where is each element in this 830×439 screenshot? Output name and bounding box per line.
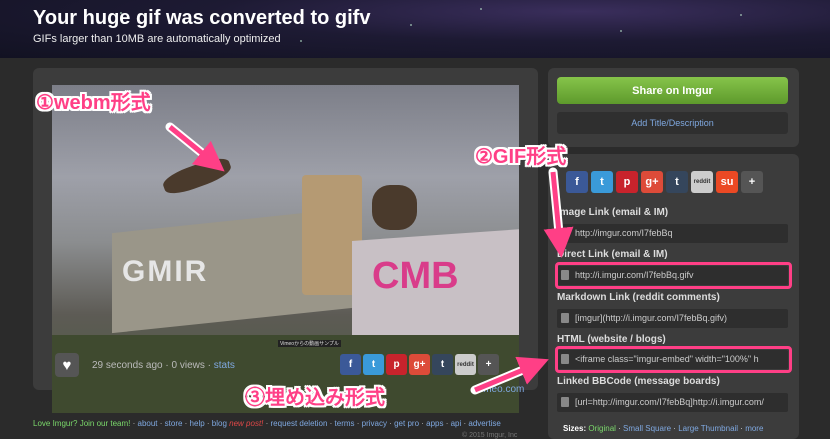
copyright: © 2015 Imgur, Inc xyxy=(462,432,518,439)
footer-link[interactable]: help xyxy=(190,419,205,428)
annotation-gif: ②GIF形式 xyxy=(475,146,567,168)
image-link-label: Image Link (email & IM) xyxy=(557,207,669,218)
image-link-field[interactable]: http://imgur.com/I7febBq xyxy=(557,224,788,243)
media-stats: 29 seconds ago · 0 views · stats xyxy=(92,360,235,371)
bbcode-link-label: Linked BBCode (message boards) xyxy=(557,376,720,387)
twitter-icon[interactable]: t xyxy=(363,354,384,375)
file-icon xyxy=(561,228,569,238)
graffiti: GMIR xyxy=(122,255,209,288)
highlight-box-embed xyxy=(555,346,792,373)
footer-link[interactable]: request deletion xyxy=(271,419,328,428)
footer-links: Love Imgur? Join our team! · about · sto… xyxy=(33,419,501,428)
size-more[interactable]: more xyxy=(745,424,763,433)
annotation-webm: ①webm形式 xyxy=(36,92,151,114)
stumbleupon-icon[interactable]: su xyxy=(716,171,738,193)
googleplus-icon[interactable]: g+ xyxy=(641,171,663,193)
tumblr-icon[interactable]: t xyxy=(432,354,453,375)
footer-link[interactable]: store xyxy=(165,419,183,428)
pinterest-icon[interactable]: p xyxy=(616,171,638,193)
video-caption: Vimeoからの動画サンプル xyxy=(278,340,341,347)
footer-link[interactable]: apps xyxy=(426,419,443,428)
googleplus-icon[interactable]: g+ xyxy=(409,354,430,375)
share-icons: f t p g+ t reddit su + xyxy=(566,171,763,193)
size-large-thumbnail[interactable]: Large Thumbnail xyxy=(678,424,738,433)
footer-link[interactable]: terms xyxy=(335,419,355,428)
graffiti: CMB xyxy=(372,255,459,297)
html-link-label: HTML (website / blogs) xyxy=(557,334,666,345)
heart-icon: ♥ xyxy=(62,356,72,374)
favorite-button[interactable]: ♥ xyxy=(55,353,79,377)
reddit-icon[interactable]: reddit xyxy=(691,171,713,193)
stats-link[interactable]: stats xyxy=(214,360,235,371)
add-title-button[interactable]: Add Title/Description xyxy=(557,112,788,134)
markdown-link-label: Markdown Link (reddit comments) xyxy=(557,292,720,303)
highlight-box-gif xyxy=(555,262,792,289)
size-original[interactable]: Original xyxy=(588,424,616,433)
footer-link[interactable]: get pro xyxy=(394,419,419,428)
footer-link[interactable]: api xyxy=(451,419,462,428)
share-on-imgur-button[interactable]: Share on Imgur xyxy=(557,77,788,104)
file-icon xyxy=(561,397,569,407)
source-link[interactable]: vimeo.com xyxy=(476,384,524,395)
more-icon[interactable]: + xyxy=(478,354,499,375)
direct-link-label: Direct Link (email & IM) xyxy=(557,249,668,260)
footer-link[interactable]: privacy xyxy=(362,419,387,428)
page-title: Your huge gif was converted to gifv xyxy=(33,7,371,29)
annotation-embed: ③埋め込み形式 xyxy=(245,387,385,409)
size-small-square[interactable]: Small Square xyxy=(623,424,671,433)
tumblr-icon[interactable]: t xyxy=(666,171,688,193)
file-icon xyxy=(561,313,569,323)
footer-join-link[interactable]: Love Imgur? Join our team! xyxy=(33,419,130,428)
reddit-icon[interactable]: reddit xyxy=(455,354,476,375)
markdown-link-field[interactable]: [imgur](http://i.imgur.com/I7febBq.gifv) xyxy=(557,309,788,328)
footer-link[interactable]: blog xyxy=(212,419,227,428)
facebook-icon[interactable]: f xyxy=(340,354,361,375)
share-icons-bottom: f t p g+ t reddit + xyxy=(340,354,499,375)
footer-link[interactable]: about xyxy=(138,419,158,428)
bbcode-link-field[interactable]: [url=http://imgur.com/I7febBq]http://i.i… xyxy=(557,393,788,412)
page-subtitle: GIFs larger than 10MB are automatically … xyxy=(33,33,281,45)
footer-link[interactable]: advertise xyxy=(468,419,500,428)
sizes-row: Sizes: Original · Small Square · Large T… xyxy=(563,424,764,433)
footer-link[interactable]: new post! xyxy=(229,419,263,428)
more-icon[interactable]: + xyxy=(741,171,763,193)
media-panel: GMIR CMB Vimeoからの動画サンプル xyxy=(33,68,538,413)
twitter-icon[interactable]: t xyxy=(591,171,613,193)
facebook-icon[interactable]: f xyxy=(566,171,588,193)
pinterest-icon[interactable]: p xyxy=(386,354,407,375)
